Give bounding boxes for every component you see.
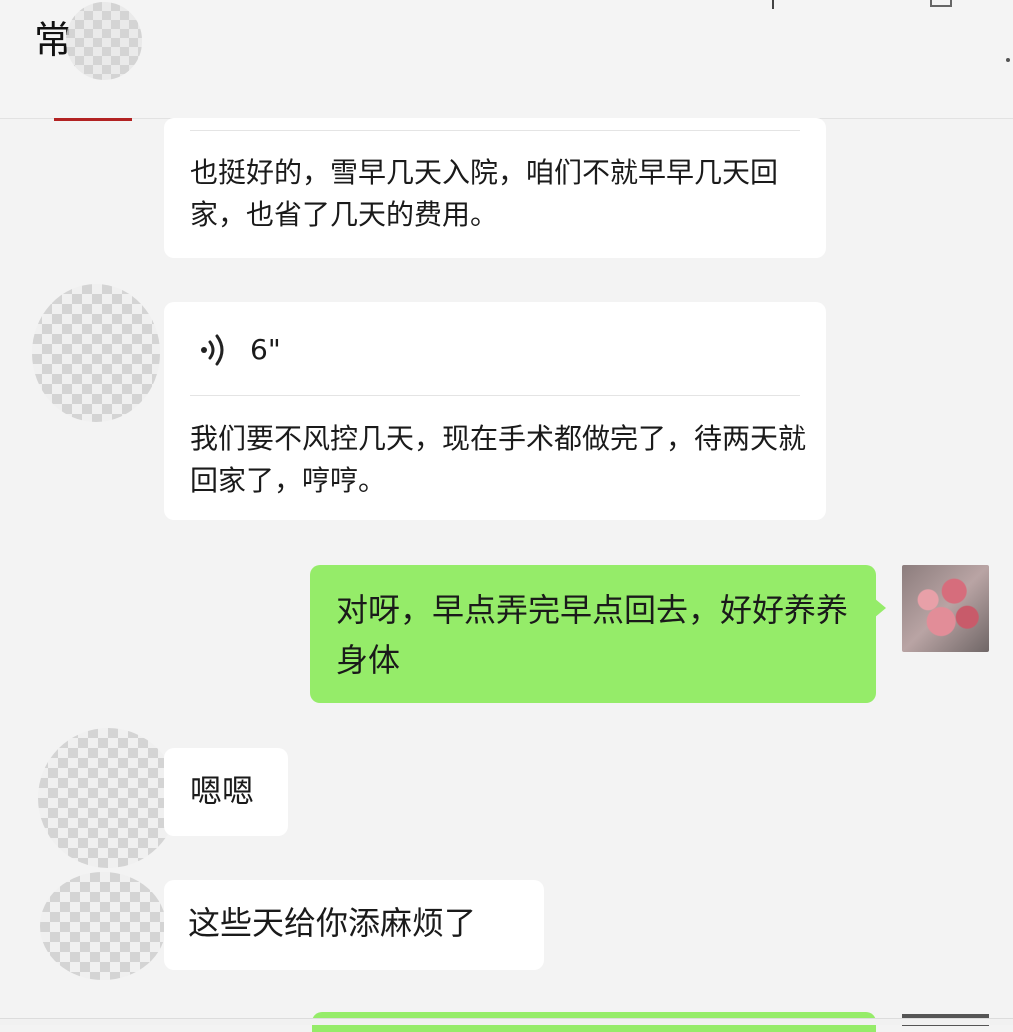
contact-avatar[interactable] xyxy=(32,284,160,422)
chat-header: 常 xyxy=(0,0,1013,119)
transcription-divider xyxy=(190,395,800,396)
tab-indicator xyxy=(54,118,132,121)
message-bubble[interactable]: 也挺好的，雪早几天入院，咱们不就早早几天回家，也省了几天的费用。 xyxy=(164,118,826,258)
my-message-bubble[interactable]: 对呀，早点弄完早点回去，好好养养身体 xyxy=(310,565,876,703)
window-icon[interactable] xyxy=(930,0,952,7)
voice-message[interactable]: 6" xyxy=(198,330,281,370)
bubble-tail xyxy=(874,598,886,618)
voice-wave-icon xyxy=(201,334,224,366)
toolbar-divider xyxy=(772,0,774,9)
voice-transcription: 我们要不风控几天，现在手术都做完了，待两天就回家了，哼哼。 xyxy=(190,422,807,497)
message-text: 这些天给你添麻烦了 xyxy=(188,904,477,942)
message-text: 嗯嗯 xyxy=(190,772,255,810)
message-text: 也挺好的，雪早几天入院，咱们不就早早几天回家，也省了几天的费用。 xyxy=(190,156,779,231)
quote-divider xyxy=(190,130,800,131)
contact-avatar[interactable] xyxy=(40,872,166,980)
message-text: 对呀，早点弄完早点回去，好好养养身体 xyxy=(336,591,849,679)
message-bubble[interactable]: 这些天给你添麻烦了 xyxy=(164,880,544,970)
more-options-icon[interactable] xyxy=(1006,58,1010,62)
message-bubble[interactable]: 嗯嗯 xyxy=(164,748,288,836)
my-avatar[interactable] xyxy=(902,565,989,652)
voice-message-bubble[interactable]: 6" 我们要不风控几天，现在手术都做完了，待两天就回家了，哼哼。 xyxy=(164,302,826,520)
contact-avatar[interactable] xyxy=(38,728,178,868)
voice-duration: 6" xyxy=(250,333,281,366)
contact-avatar-placeholder[interactable] xyxy=(66,2,142,80)
